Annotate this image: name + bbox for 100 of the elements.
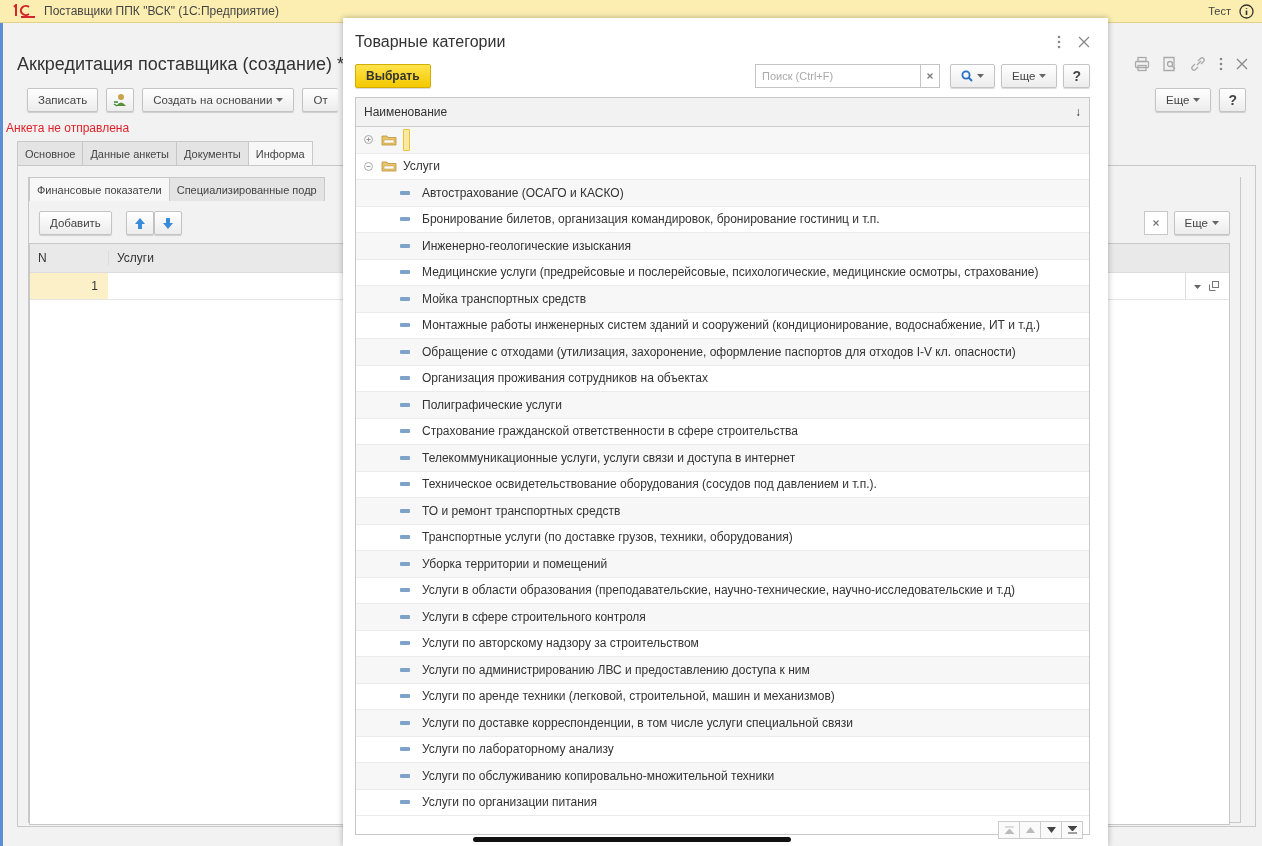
tree-item-label: Техническое освидетельствование оборудования (сосудов под давлением и т.п.). xyxy=(422,477,877,492)
tree-row[interactable]: Услуги в сфере строительного контроля xyxy=(356,604,1089,631)
clear-button[interactable] xyxy=(1143,211,1168,235)
tree-row[interactable]: Мойка транспортных средств xyxy=(356,286,1089,313)
tree-item-label: Услуги в области образования (преподавательские, научно-технические, научно-исследовательские и т.д) xyxy=(422,583,1015,598)
sort-indicator: ↓ xyxy=(1075,105,1081,119)
table-cell: 1 xyxy=(30,273,108,299)
item-icon xyxy=(400,323,410,328)
tab[interactable]: Специализированные подр xyxy=(168,177,325,201)
tree-row[interactable]: Услуги по доставке корреспонденции, в том числе услуги специальной связи xyxy=(356,710,1089,737)
move-up-button[interactable] xyxy=(125,211,154,235)
item-icon xyxy=(400,667,410,672)
item-icon xyxy=(400,535,410,540)
item-icon xyxy=(400,190,410,195)
tab[interactable]: Финансовые показатели xyxy=(29,177,170,201)
help-button[interactable]: ? xyxy=(1063,64,1090,88)
toolbar-button[interactable]: От xyxy=(302,88,338,112)
clear-button[interactable] xyxy=(920,64,941,88)
tree-row[interactable]: Инженерно-геологические изыскания xyxy=(356,233,1089,260)
open-icon[interactable] xyxy=(1209,281,1219,291)
tree-row[interactable]: Услуги по обслуживанию копировально-множительной техники xyxy=(356,763,1089,790)
scroll-to-bottom-button[interactable] xyxy=(1061,821,1083,839)
caret-icon xyxy=(1039,74,1047,78)
tree-item-label: ТО и ремонт транспортных средств xyxy=(422,503,621,518)
tree-item-label: Медицинские услуги (предрейсовые и послерейсовые, психологические, медицинские осмотры, страхование) xyxy=(422,265,1039,280)
caret-icon xyxy=(1212,221,1219,225)
info-icon[interactable] xyxy=(1239,3,1254,19)
column-header[interactable]: Наименование xyxy=(364,105,448,119)
arrow-down-icon xyxy=(162,217,173,229)
more-icon[interactable] xyxy=(1056,35,1062,49)
scroll-down-button[interactable] xyxy=(1040,821,1062,839)
user-exchange-button[interactable] xyxy=(106,88,135,112)
tree-row[interactable]: Уборка территории и помещений xyxy=(356,551,1089,578)
item-icon xyxy=(400,561,410,566)
triangle-up-icon xyxy=(1025,827,1035,833)
clear-icon xyxy=(1152,220,1159,226)
tree-item-label: Автострахование (ОСАГО и КАСКО) xyxy=(422,185,624,200)
tree-item-label: Обращение с отходами (утилизация, захоронение, оформление паспортов для отходов I-V кл. опасности) xyxy=(422,344,1016,359)
item-icon xyxy=(400,455,410,460)
form-title: Аккредитация поставщика (создание) * xyxy=(17,52,343,76)
create-based-on-button[interactable]: Создать на основании xyxy=(142,88,295,112)
tree-item-label: Услуги по доставке корреспонденции, в том числе услуги специальной связи xyxy=(422,715,853,730)
help-button[interactable]: ? xyxy=(1219,88,1246,112)
tree-row[interactable]: Автострахование (ОСАГО и КАСКО) xyxy=(356,180,1089,207)
tree-item-label: Инженерно-геологические изыскания xyxy=(422,238,632,253)
tree-row[interactable]: ТО и ремонт транспортных средств xyxy=(356,498,1089,525)
link-icon[interactable] xyxy=(1190,56,1206,72)
save-button[interactable]: Записать xyxy=(27,88,99,112)
clear-icon xyxy=(927,73,934,79)
collapse-icon[interactable] xyxy=(364,161,373,171)
more-button[interactable]: Еще xyxy=(1173,211,1230,235)
person-icon xyxy=(113,93,128,107)
print-icon[interactable] xyxy=(1134,56,1150,72)
tree-item-label: Страхование гражданской ответственности в сфере строительства xyxy=(422,424,798,439)
tree-item-label: Услуги в сфере строительного контроля xyxy=(422,609,646,624)
item-icon xyxy=(400,641,410,646)
dropdown-button[interactable] xyxy=(1185,273,1201,299)
tab[interactable]: Основное xyxy=(17,141,84,165)
item-icon xyxy=(400,694,410,699)
item-icon xyxy=(400,614,410,619)
item-icon xyxy=(400,429,410,434)
tree-row[interactable]: Обращение с отходами (утилизация, захоронение, оформление паспортов для отходов I-V кл. опасности) xyxy=(356,339,1089,366)
more-button[interactable]: Еще xyxy=(1155,88,1212,112)
item-icon xyxy=(400,747,410,752)
more-icon[interactable] xyxy=(1218,57,1224,71)
close-icon[interactable] xyxy=(1236,58,1248,70)
item-icon xyxy=(400,243,410,248)
select-button[interactable]: Выбрать xyxy=(355,64,431,88)
tree-row[interactable]: Услуги по организации питания xyxy=(356,789,1089,816)
item-icon xyxy=(400,720,410,725)
folder-icon xyxy=(381,133,397,146)
move-down-button[interactable] xyxy=(153,211,182,235)
app-logo-icon xyxy=(12,4,36,18)
preview-icon[interactable] xyxy=(1162,56,1178,72)
item-icon xyxy=(400,217,410,222)
tree-item-label: Уборка территории и помещений xyxy=(422,556,608,571)
search-field[interactable]: Поиск (Ctrl+F) xyxy=(755,64,921,88)
add-button[interactable]: Добавить xyxy=(39,211,112,235)
search-icon xyxy=(961,70,974,82)
tab[interactable]: Данные анкеты xyxy=(82,141,178,165)
scroll-to-top-button[interactable] xyxy=(998,821,1020,839)
more-button[interactable]: Еще xyxy=(1001,64,1058,88)
tab[interactable]: Информа xyxy=(247,141,313,165)
tree-item-label: Мойка транспортных средств xyxy=(422,291,587,306)
tree-row[interactable]: Телекоммуникационные услуги, услуги связи и доступа в интернет xyxy=(356,445,1089,472)
tree-item-label: Телекоммуникационные услуги, услуги связи и доступа в интернет xyxy=(422,450,796,465)
item-icon xyxy=(400,270,410,275)
dialog-title: Товарные категории xyxy=(355,33,506,51)
triangle-down-icon xyxy=(1046,827,1056,833)
tree-item-label: Транспортные услуги (по доставке грузов, техники, оборудования) xyxy=(422,530,793,545)
expand-icon[interactable] xyxy=(364,135,373,145)
search-button[interactable] xyxy=(950,64,996,88)
tree-row[interactable]: Услуги по администрированию ЛВС и предоставлению доступа к ним xyxy=(356,657,1089,684)
item-icon xyxy=(400,349,410,354)
caret-icon xyxy=(1194,285,1201,289)
close-icon[interactable] xyxy=(1078,36,1090,48)
tab[interactable]: Документы xyxy=(176,141,249,165)
caret-icon xyxy=(1193,98,1201,102)
column-header: N xyxy=(37,251,48,265)
tree-row[interactable]: Полиграфические услуги xyxy=(356,392,1089,419)
